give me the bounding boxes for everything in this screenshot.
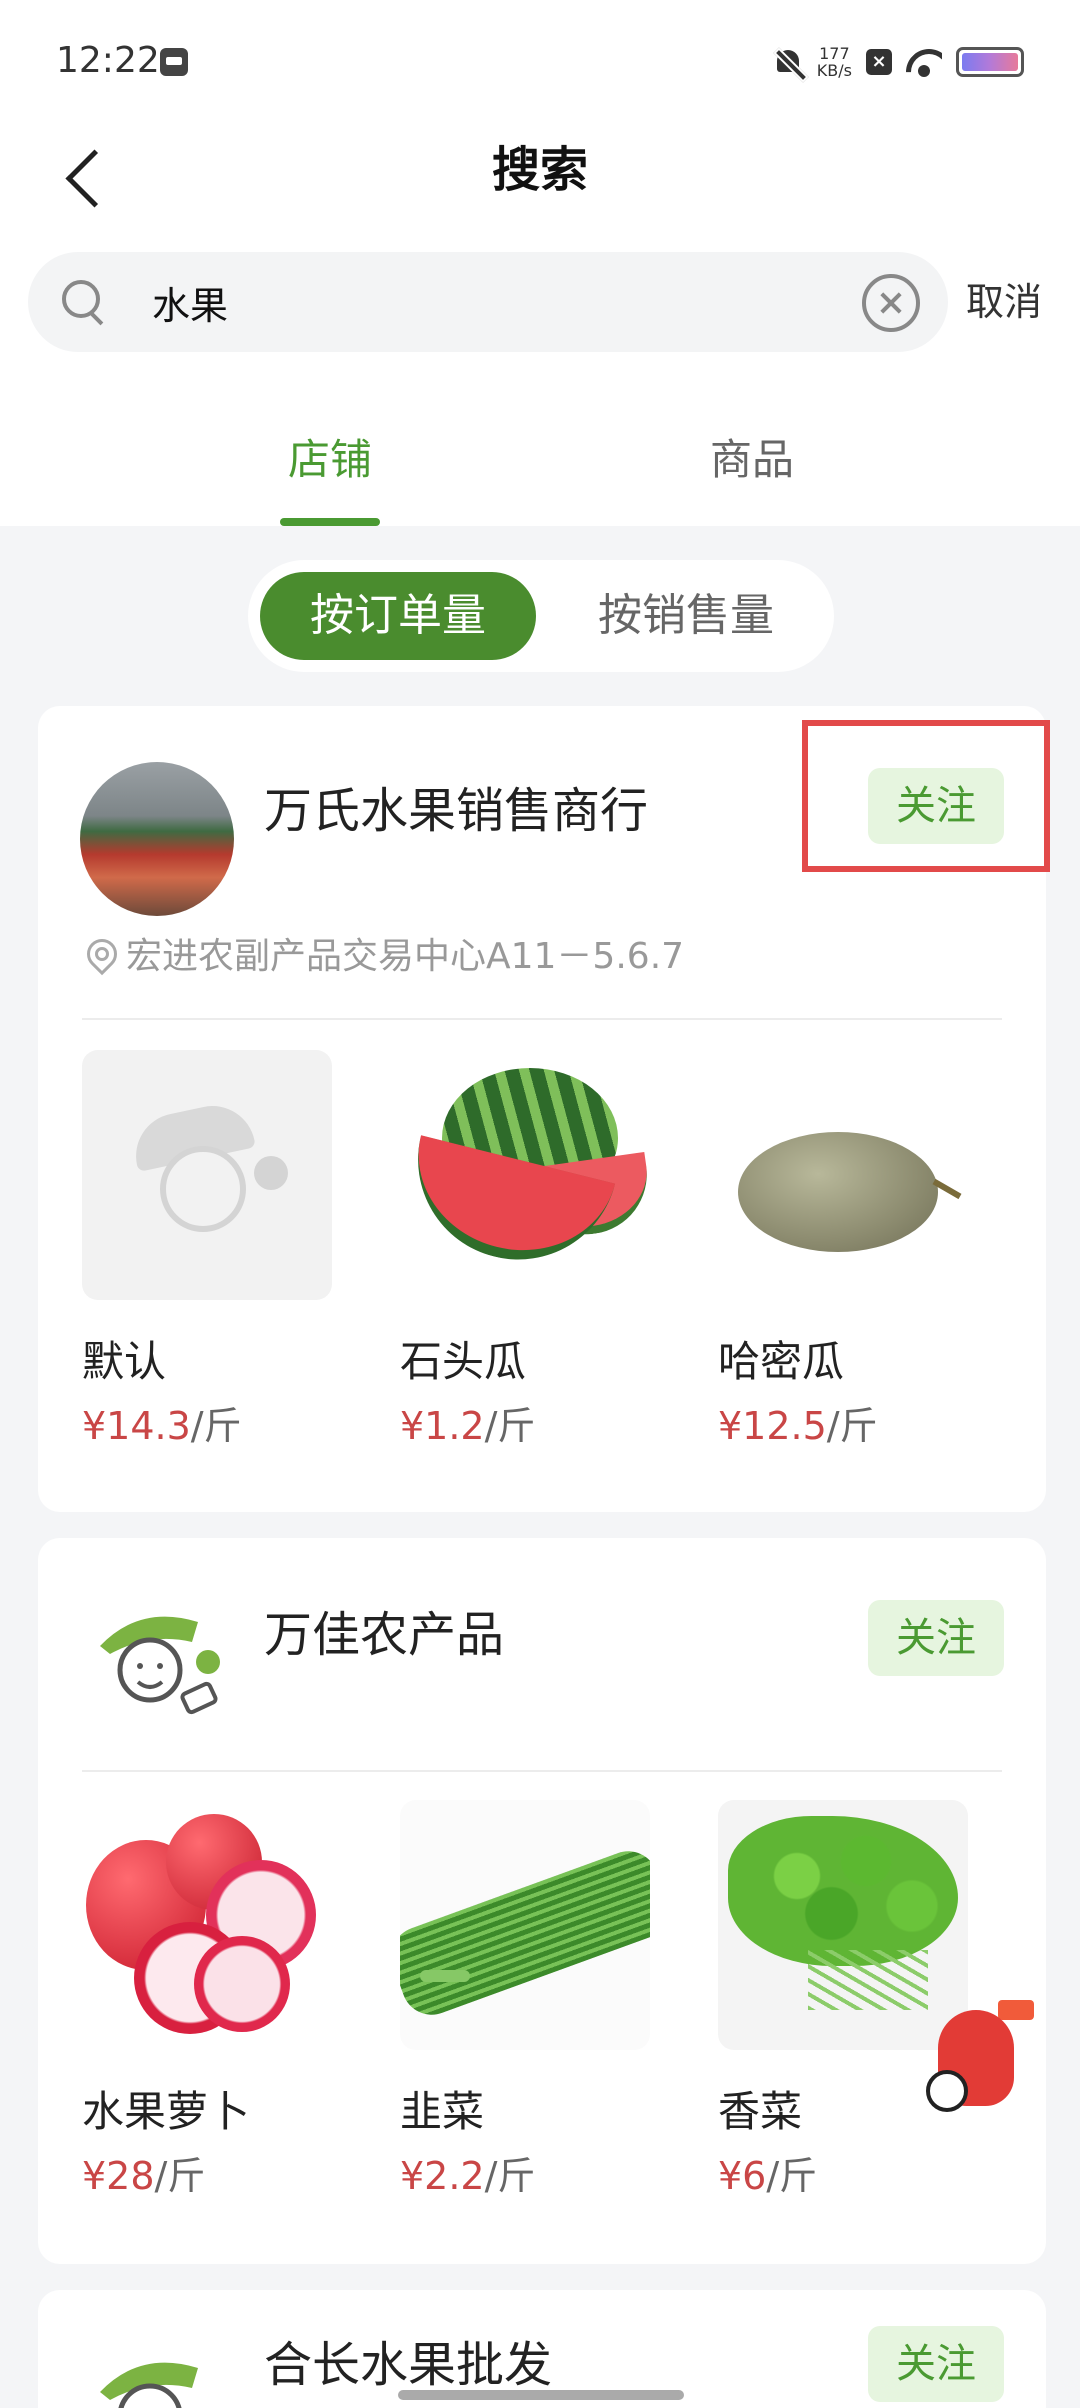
product-name: 水果萝卜 (82, 2087, 251, 2136)
product-price: ¥14.3/斤 (82, 1400, 332, 1452)
price-unit: /斤 (484, 2154, 536, 2198)
store-card[interactable]: 万氏水果销售商行 关注 宏进农副产品交易中心A11－5.6.7 默认 ¥14.3… (38, 706, 1050, 1512)
tab-stores[interactable]: 店铺 (230, 420, 430, 500)
price-value: ¥28 (82, 2154, 155, 2198)
tab-products[interactable]: 商品 (652, 420, 852, 500)
store-avatar[interactable] (80, 762, 234, 916)
product-name: 默认 (82, 1337, 167, 1386)
hami-melon-image[interactable] (718, 1050, 968, 1300)
clear-search-icon[interactable] (862, 274, 920, 332)
product-name: 韭菜 (400, 2087, 485, 2136)
product-item[interactable]: 默认 ¥14.3/斤 (82, 1050, 332, 1452)
price-unit: /斤 (190, 1404, 242, 1448)
status-time: 12:22 (56, 40, 160, 81)
battery-icon (956, 47, 1024, 77)
product-price: ¥12.5/斤 (718, 1400, 968, 1452)
gesture-bar (398, 2390, 684, 2400)
price-value: ¥1.2 (400, 1404, 485, 1448)
product-price: ¥28/斤 (82, 2150, 332, 2202)
store-address-text: 宏进农副产品交易中心A11－5.6.7 (126, 936, 685, 977)
chives-image[interactable] (400, 1800, 650, 2050)
location-pin-icon (82, 938, 116, 972)
product-name: 哈密瓜 (718, 1337, 845, 1386)
price-value: ¥14.3 (82, 1404, 191, 1448)
floating-mascot-icon[interactable] (918, 2000, 1038, 2130)
follow-button[interactable]: 关注 (868, 2326, 1004, 2402)
product-item[interactable]: 韭菜 ¥2.2/斤 (400, 1800, 650, 2202)
net-speed-unit: KB/s (816, 61, 852, 80)
net-speed: 177 KB/s (817, 45, 852, 79)
wifi-icon (906, 47, 942, 77)
price-value: ¥12.5 (718, 1404, 827, 1448)
product-placeholder-image[interactable] (82, 1050, 332, 1300)
page-title: 搜索 (491, 142, 588, 198)
net-speed-value: 177 (819, 44, 850, 63)
product-item[interactable]: 哈密瓜 ¥12.5/斤 (718, 1050, 968, 1452)
price-unit: /斤 (484, 1404, 536, 1448)
price-unit: /斤 (826, 1404, 878, 1448)
follow-button[interactable]: 关注 (868, 1600, 1004, 1676)
product-name: 石头瓜 (400, 1337, 527, 1386)
status-bar: 12:22 177 KB/s × (0, 0, 1080, 126)
price-value: ¥2.2 (400, 2154, 485, 2198)
store-address: 宏进农副产品交易中心A11－5.6.7 (82, 932, 684, 982)
watermelon-image[interactable] (400, 1050, 650, 1300)
app-notification-icon: × (866, 49, 892, 75)
status-icons: 177 KB/s × (773, 42, 1024, 82)
sort-toggle: 按订单量 按销售量 (248, 560, 834, 672)
product-price: ¥1.2/斤 (400, 1400, 650, 1452)
product-item[interactable]: 水果萝卜 ¥28/斤 (82, 1800, 332, 2202)
farmer-logo-icon (100, 1616, 220, 1715)
search-input[interactable] (152, 272, 852, 332)
store-logo-avatar[interactable] (80, 1584, 234, 1738)
price-unit: /斤 (766, 2154, 818, 2198)
active-tab-indicator (280, 518, 380, 526)
store-card[interactable]: 万佳农产品 关注 水果萝卜 ¥28/斤 韭菜 ¥2.2/斤 香菜 ¥6/斤 (38, 1538, 1046, 2264)
sort-by-sales-button[interactable]: 按销售量 (548, 572, 824, 660)
search-icon (62, 280, 108, 326)
cancel-button[interactable]: 取消 (966, 272, 1042, 332)
price-value: ¥6 (718, 2154, 767, 2198)
product-item[interactable]: 石头瓜 ¥1.2/斤 (400, 1050, 650, 1452)
price-unit: /斤 (154, 2154, 206, 2198)
product-price: ¥6/斤 (718, 2150, 968, 2202)
store-logo-avatar[interactable] (80, 2330, 234, 2408)
follow-button-highlight (802, 720, 1050, 872)
product-price: ¥2.2/斤 (400, 2150, 650, 2202)
header: 搜索 (0, 126, 1080, 222)
radish-image[interactable] (82, 1800, 332, 2050)
store-name[interactable]: 万佳农产品 (264, 1600, 504, 1670)
notifications-muted-icon (773, 46, 803, 78)
store-name[interactable]: 万氏水果销售商行 (264, 776, 648, 846)
divider (82, 1018, 1002, 1020)
sim-card-icon (160, 48, 188, 76)
farmer-logo-icon (100, 2362, 198, 2408)
search-bar[interactable] (28, 252, 948, 352)
divider (82, 1770, 1002, 1772)
sort-by-orders-button[interactable]: 按订单量 (260, 572, 536, 660)
